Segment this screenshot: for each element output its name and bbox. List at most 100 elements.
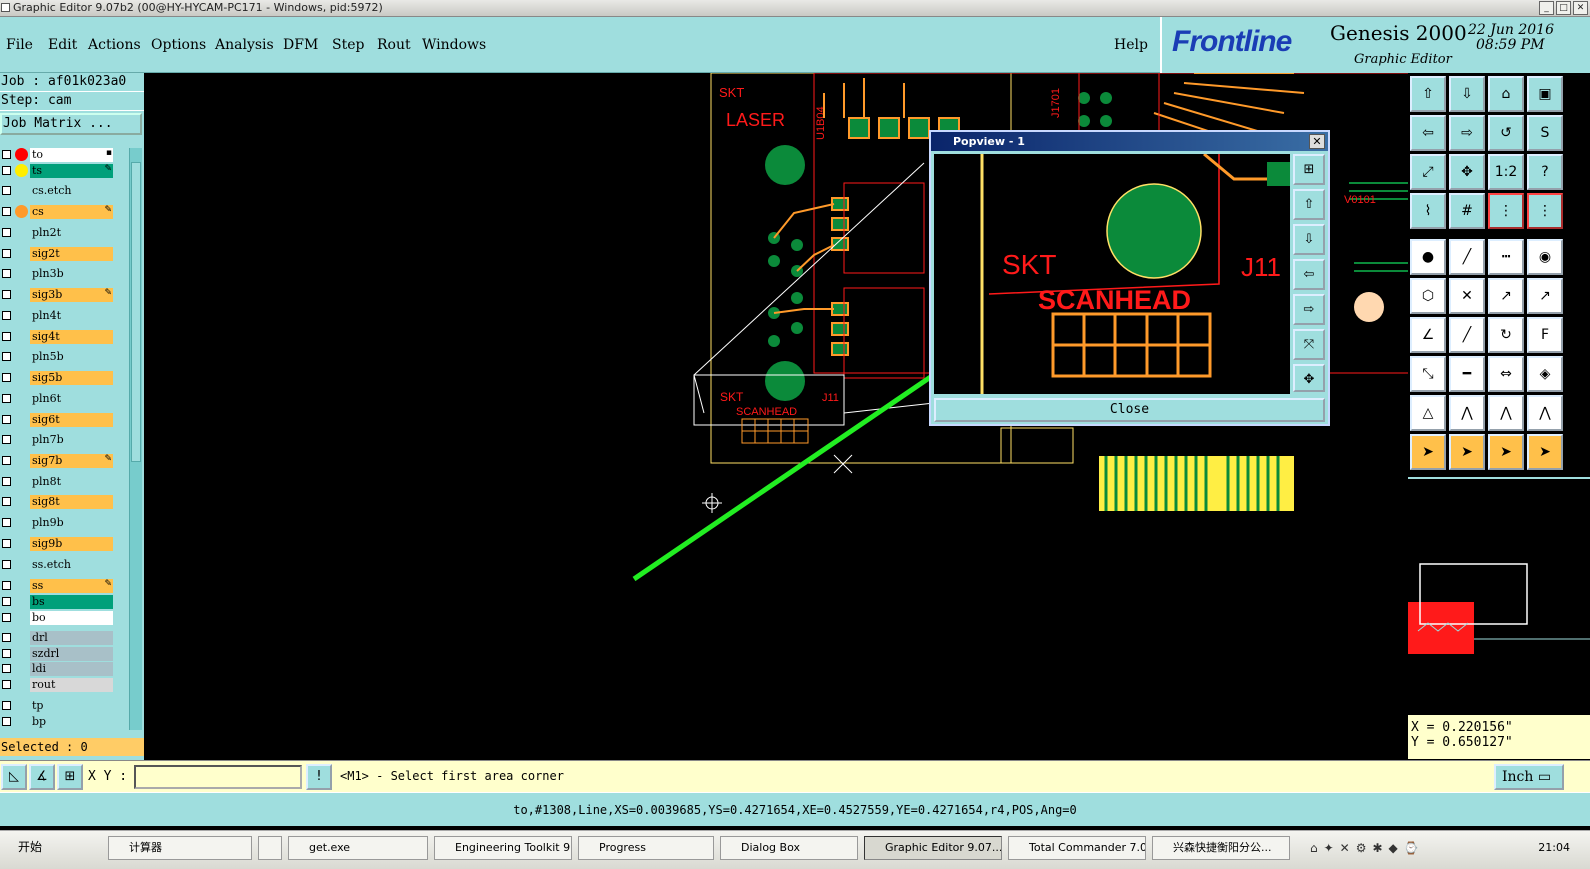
layer-row[interactable]: pln2t <box>0 226 116 240</box>
popview-pan-left-button[interactable]: ⇦ <box>1293 259 1325 290</box>
layer-row[interactable]: bs <box>0 595 116 609</box>
layer-row[interactable]: bo <box>0 611 116 625</box>
layer-checkbox[interactable] <box>2 497 11 506</box>
warning-icon[interactable]: ! <box>306 764 332 790</box>
layer-name[interactable]: sig7b <box>30 454 113 468</box>
layer-name[interactable]: sig6t <box>30 413 113 427</box>
layer-checkbox[interactable] <box>2 415 11 424</box>
layer-name[interactable]: pln3b <box>30 267 113 281</box>
add-line-icon[interactable]: ╱ <box>1449 239 1485 275</box>
layer-checkbox[interactable] <box>2 394 11 403</box>
layer-name[interactable]: to <box>30 148 113 162</box>
layer-checkbox[interactable] <box>2 207 11 216</box>
task-progress[interactable]: Progress <box>578 836 714 860</box>
menu-windows[interactable]: Windows <box>422 37 486 53</box>
layer-name[interactable]: pln4t <box>30 309 113 323</box>
layer-row[interactable]: to ▪ <box>0 148 116 162</box>
layer-name[interactable]: cs <box>30 205 113 219</box>
layer-name[interactable]: sig4t <box>30 330 113 344</box>
layer-checkbox[interactable] <box>2 150 11 159</box>
menu-file[interactable]: File <box>6 37 33 53</box>
add-pad-icon[interactable]: ● <box>1410 239 1446 275</box>
layer-row[interactable]: pln9b <box>0 516 116 530</box>
layer-checkbox[interactable] <box>2 613 11 622</box>
task-chinese-app[interactable]: 兴森快捷衡阳分公... <box>1152 836 1290 860</box>
layer-checkbox[interactable] <box>2 269 11 278</box>
mirror-icon[interactable]: F <box>1527 317 1563 353</box>
task-app-icon[interactable] <box>258 836 282 860</box>
layer-checkbox[interactable] <box>2 680 11 689</box>
layer-checkbox[interactable] <box>2 166 11 175</box>
select-poly-icon[interactable]: ➤ <box>1488 434 1524 470</box>
close-window-button[interactable]: ✕ <box>1573 1 1588 15</box>
start-button[interactable]: 开始 <box>2 836 42 860</box>
layer-name[interactable]: rout <box>30 678 113 692</box>
snap-mode-icon[interactable]: ◺ <box>1 764 27 790</box>
layer-name[interactable]: bp <box>30 715 113 729</box>
layer-row[interactable]: sig9b <box>0 537 116 551</box>
zoom-ratio-icon[interactable]: 1:2 <box>1488 154 1524 190</box>
layer-row[interactable]: pln8t <box>0 475 116 489</box>
pan-right-icon[interactable]: ⇨ <box>1449 115 1485 151</box>
measure-icon[interactable]: ⌇ <box>1410 193 1446 229</box>
window-fit-icon[interactable]: ▣ <box>1527 76 1563 112</box>
menu-actions[interactable]: Actions <box>88 37 141 53</box>
menu-edit[interactable]: Edit <box>48 37 77 53</box>
layer-name[interactable]: ss.etch <box>30 558 113 572</box>
layer-name[interactable]: tp <box>30 699 113 713</box>
layer-scrollbar[interactable] <box>129 148 142 730</box>
layer-toggle-icon[interactable]: ⋮ <box>1527 193 1563 229</box>
layer-checkbox[interactable] <box>2 373 11 382</box>
layer-display-icon[interactable]: ⋮ <box>1488 193 1524 229</box>
layer-checkbox[interactable] <box>2 477 11 486</box>
grid-icon[interactable]: # <box>1449 193 1485 229</box>
layer-row[interactable]: pln3b <box>0 267 116 281</box>
task-engineering-toolkit[interactable]: Engineering Toolkit 9.... <box>434 836 572 860</box>
layer-checkbox[interactable] <box>2 701 11 710</box>
layer-row[interactable]: cs.etch <box>0 184 116 198</box>
task-graphic-editor[interactable]: Graphic Editor 9.07... <box>864 836 1002 860</box>
popview-zoom-in-button[interactable]: ✥ <box>1293 364 1325 392</box>
menu-help[interactable]: Help <box>1114 37 1148 53</box>
popview-close-icon[interactable]: ✕ <box>1309 134 1325 149</box>
layer-name[interactable]: ss <box>30 579 113 593</box>
arc-3pt-icon[interactable]: ⋀ <box>1527 395 1563 431</box>
layer-name[interactable]: drl <box>30 631 113 645</box>
arc-cw-icon[interactable]: ⋀ <box>1449 395 1485 431</box>
layer-checkbox[interactable] <box>2 518 11 527</box>
select-icon[interactable]: ➤ <box>1410 434 1446 470</box>
layer-row[interactable]: pln7b <box>0 433 116 447</box>
unit-selector[interactable]: Inch ▭ <box>1494 764 1564 790</box>
layer-row[interactable]: ss ✎ <box>0 579 116 593</box>
popview-zoom-window-button[interactable]: ⊞ <box>1293 154 1325 185</box>
xy-input[interactable] <box>134 765 302 789</box>
layer-name[interactable]: pln5b <box>30 350 113 364</box>
fit-width-icon[interactable]: ⇔ <box>1488 356 1524 392</box>
help-icon[interactable]: ? <box>1527 154 1563 190</box>
layer-row[interactable]: cs ✎ <box>0 205 116 219</box>
layer-name[interactable]: cs.etch <box>30 184 113 198</box>
layer-row[interactable]: sig2t <box>0 247 116 261</box>
slash-icon[interactable]: ╱ <box>1449 317 1485 353</box>
layer-checkbox[interactable] <box>2 352 11 361</box>
pan-down-icon[interactable]: ⇩ <box>1449 76 1485 112</box>
grid-mode-icon[interactable]: ⊞ <box>57 764 83 790</box>
minimize-button[interactable]: _ <box>1539 1 1554 15</box>
zoom-out-icon[interactable]: ⤢ <box>1410 154 1446 190</box>
add-surface-icon[interactable]: ◉ <box>1527 239 1563 275</box>
layer-checkbox[interactable] <box>2 228 11 237</box>
menu-dfm[interactable]: DFM <box>283 37 318 53</box>
pan-left-icon[interactable]: ⇦ <box>1410 115 1446 151</box>
layer-row[interactable]: sig7b ✎ <box>0 454 116 468</box>
layer-row[interactable]: sig4t <box>0 330 116 344</box>
layer-name[interactable]: sig3b <box>30 288 113 302</box>
arc-ccw-icon[interactable]: ⋀ <box>1488 395 1524 431</box>
layer-checkbox[interactable] <box>2 649 11 658</box>
delete-icon[interactable]: ✕ <box>1449 278 1485 314</box>
zoom-in-icon[interactable]: ✥ <box>1449 154 1485 190</box>
layer-name[interactable]: pln7b <box>30 433 113 447</box>
layer-name[interactable]: szdrl <box>30 647 113 661</box>
layer-checkbox[interactable] <box>2 560 11 569</box>
layer-row[interactable]: ss.etch <box>0 558 116 572</box>
layer-row[interactable]: sig5b <box>0 371 116 385</box>
